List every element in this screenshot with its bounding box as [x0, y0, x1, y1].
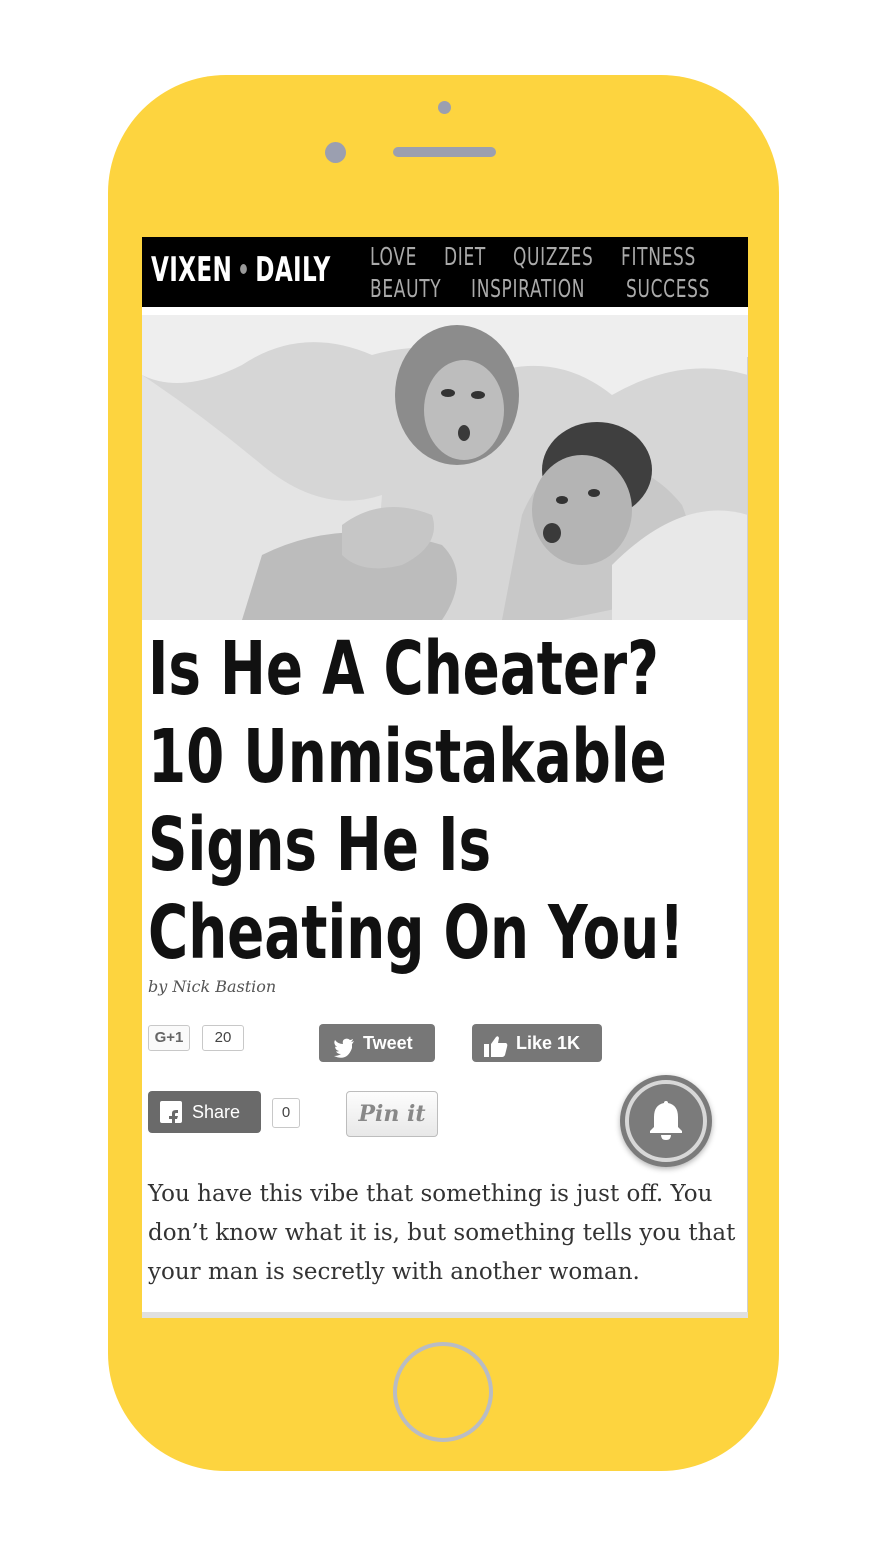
nav-quizzes[interactable]: QUIZZES: [513, 242, 593, 271]
article-body: You have this vibe that something is jus…: [148, 1181, 736, 1285]
nav-love[interactable]: LOVE: [370, 242, 417, 271]
hero-photo: [142, 315, 748, 620]
article-headline: Is He A Cheater? 10 Unmistakable Signs H…: [148, 626, 685, 976]
proximity-sensor: [325, 142, 346, 163]
home-button[interactable]: [393, 1342, 493, 1442]
share-count: 0: [272, 1098, 300, 1128]
logo-text-left: VIXEN: [151, 250, 233, 290]
content-divider: [747, 357, 748, 1317]
hero-image: [142, 315, 748, 620]
notification-bell-icon: [648, 1099, 684, 1146]
article-byline: by Nick Bastion: [148, 977, 277, 996]
ad-banner-strip: [142, 1312, 748, 1318]
share-label: Share: [192, 1102, 241, 1122]
nav-success[interactable]: SUCCESS: [626, 274, 710, 303]
facebook-like-button[interactable]: Like 1K: [472, 1024, 602, 1062]
site-logo[interactable]: VIXEN DAILY: [151, 250, 331, 290]
site-header: VIXEN DAILY LOVE DIET QUIZZES FITNESS BEA…: [142, 237, 748, 307]
nav-diet[interactable]: DIET: [444, 242, 486, 271]
facebook-share-button[interactable]: Share: [148, 1091, 261, 1133]
tweet-label: Tweet: [363, 1033, 413, 1053]
phone-screen: VIXEN DAILY LOVE DIET QUIZZES FITNESS BEA…: [142, 237, 748, 1318]
google-plus-count: 20: [202, 1025, 244, 1051]
like-label: Like 1K: [516, 1033, 581, 1053]
front-camera: [438, 101, 451, 114]
twitter-bird-icon: [333, 1033, 355, 1071]
logo-text-right: DAILY: [255, 250, 331, 290]
nav-fitness[interactable]: FITNESS: [621, 242, 696, 271]
nav-beauty[interactable]: BEAUTY: [370, 274, 441, 303]
earpiece-speaker: [393, 147, 496, 157]
logo-dot: [240, 263, 248, 274]
notification-bell-button[interactable]: [620, 1075, 712, 1167]
thumbs-up-icon: [484, 1032, 508, 1070]
tweet-button[interactable]: Tweet: [319, 1024, 435, 1062]
pin-it-button[interactable]: Pin it: [346, 1091, 438, 1137]
nav-inspiration[interactable]: INSPIRATION: [471, 274, 585, 303]
google-plus-button[interactable]: G+1: [148, 1025, 190, 1051]
facebook-icon: [160, 1101, 182, 1128]
